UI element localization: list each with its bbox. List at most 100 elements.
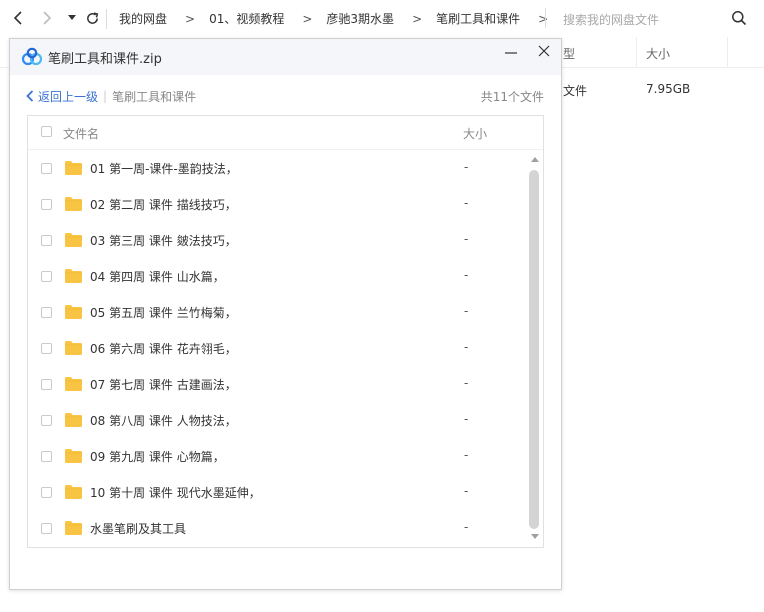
folder-icon <box>65 305 82 319</box>
scrollbar-thumb[interactable] <box>529 170 539 529</box>
file-size: - <box>464 160 469 174</box>
back-to-parent-label: 返回上一级 <box>38 89 99 104</box>
folder-icon <box>65 161 82 175</box>
minimize-icon[interactable] <box>501 43 521 63</box>
file-name: 04 第四周 课件 山水篇， <box>90 270 225 284</box>
archive-file-list: 文件名 大小 01 第一周-课件-墨韵技法， -02 第二周 课件 描线技巧， -0… <box>27 115 544 548</box>
file-name: 08 第八周 课件 人物技法， <box>90 414 237 428</box>
row-checkbox[interactable] <box>41 307 52 318</box>
forward-button[interactable] <box>38 9 56 27</box>
folder-icon <box>65 449 82 463</box>
search-divider <box>545 8 546 28</box>
background-row-size: 7.95GB <box>646 82 691 96</box>
breadcrumb-item-brush-tools[interactable]: 笔刷工具和课件 <box>436 10 520 27</box>
folder-icon <box>65 413 82 427</box>
search-input[interactable]: 搜索我的网盘文件 <box>563 11 659 28</box>
breadcrumb: 我的网盘 > 01、视频教程 > 彦驰3期水墨 > 笔刷工具和课件 > <box>106 0 562 37</box>
file-row[interactable]: 09 第九周 课件 心物篇， - <box>28 438 525 474</box>
breadcrumb-item-video-tutorials[interactable]: 01、视频教程 <box>209 10 284 27</box>
column-filename[interactable]: 文件名 <box>63 125 99 142</box>
file-name: 03 第三周 课件 皴法技巧， <box>90 234 237 248</box>
top-navigation-bar: 我的网盘 > 01、视频教程 > 彦驰3期水墨 > 笔刷工具和课件 > 搜索我的… <box>0 0 764 37</box>
column-size[interactable]: 大小 <box>646 45 670 62</box>
folder-icon <box>65 197 82 211</box>
dialog-title: 笔刷工具和课件.zip <box>48 52 162 67</box>
column-divider <box>727 37 728 67</box>
chevron-right-icon <box>43 11 52 25</box>
file-name: 09 第九周 课件 心物篇， <box>90 450 225 464</box>
history-dropdown-button[interactable] <box>63 9 81 27</box>
file-size: - <box>464 268 469 282</box>
file-row[interactable]: 10 第十周 课件 现代水墨延伸， - <box>28 474 525 510</box>
file-row[interactable]: 08 第八周 课件 人物技法， - <box>28 402 525 438</box>
folder-icon <box>65 521 82 535</box>
file-row[interactable]: 05 第五周 课件 兰竹梅菊， - <box>28 294 525 330</box>
close-icon[interactable] <box>534 41 554 61</box>
back-to-parent-link[interactable]: 返回上一级 <box>26 88 98 105</box>
folder-icon <box>65 233 82 247</box>
folder-icon <box>65 341 82 355</box>
row-checkbox[interactable] <box>41 163 52 174</box>
refresh-button[interactable] <box>83 9 101 27</box>
file-name: 10 第十周 课件 现代水墨延伸， <box>90 486 261 500</box>
row-checkbox[interactable] <box>41 379 52 390</box>
file-name: 01 第一周-课件-墨韵技法， <box>90 162 238 176</box>
breadcrumb-separator[interactable]: > <box>538 12 548 26</box>
caret-down-icon <box>68 15 76 20</box>
breadcrumb-separator: > <box>412 11 423 26</box>
dialog-path-bar: 返回上一级 | 笔刷工具和课件 <box>26 87 196 105</box>
chevron-left-icon <box>26 90 34 102</box>
file-row[interactable]: 04 第四周 课件 山水篇， - <box>28 258 525 294</box>
refresh-icon <box>86 11 98 24</box>
file-count: 共11个文件 <box>480 90 544 104</box>
row-checkbox[interactable] <box>41 199 52 210</box>
file-size: - <box>464 376 469 390</box>
breadcrumb-item-ink-course[interactable]: 彦驰3期水墨 <box>326 10 394 27</box>
search-icon[interactable] <box>731 10 747 26</box>
background-row-type: 文件 <box>563 84 588 98</box>
row-checkbox[interactable] <box>41 271 52 282</box>
file-size: - <box>464 304 469 318</box>
row-checkbox[interactable] <box>41 343 52 354</box>
folder-icon <box>65 377 82 391</box>
file-list-header: 文件名 大小 <box>28 116 543 150</box>
breadcrumb-item-my-disk[interactable]: 我的网盘 <box>119 10 167 27</box>
select-all-checkbox[interactable] <box>41 126 52 137</box>
file-size: - <box>464 412 469 426</box>
path-divider: | <box>103 89 108 103</box>
column-size[interactable]: 大小 <box>463 125 487 142</box>
file-row[interactable]: 水墨笔刷及其工具 - <box>28 510 525 546</box>
baidu-netdisk-logo <box>21 47 43 66</box>
file-row[interactable]: 01 第一周-课件-墨韵技法， - <box>28 150 525 186</box>
dialog-titlebar[interactable]: 笔刷工具和课件.zip <box>10 39 561 75</box>
row-checkbox[interactable] <box>41 415 52 426</box>
row-checkbox[interactable] <box>41 523 52 534</box>
file-row[interactable]: 02 第二周 课件 描线技巧， - <box>28 186 525 222</box>
file-row[interactable]: 06 第六周 课件 花卉翎毛， - <box>28 330 525 366</box>
scroll-down-arrow[interactable] <box>531 534 539 539</box>
file-size: - <box>464 196 469 210</box>
archive-preview-dialog: 笔刷工具和课件.zip 返回上一级 | 笔刷工具和课件 共11个文件 文件名 大… <box>9 38 562 590</box>
file-size: - <box>464 484 469 498</box>
file-size: - <box>464 340 469 354</box>
column-type[interactable]: 型 <box>563 45 575 62</box>
current-folder-label: 笔刷工具和课件 <box>112 89 197 104</box>
file-size: - <box>464 448 469 462</box>
scroll-up-arrow[interactable] <box>531 157 539 162</box>
breadcrumb-separator: > <box>185 11 196 26</box>
file-row[interactable]: 03 第三周 课件 皴法技巧， - <box>28 222 525 258</box>
breadcrumb-divider <box>106 8 107 29</box>
file-row[interactable]: 07 第七周 课件 古建画法， - <box>28 366 525 402</box>
file-size: - <box>464 232 469 246</box>
file-rows: 01 第一周-课件-墨韵技法， -02 第二周 课件 描线技巧， -03 第三周 课… <box>28 150 525 546</box>
file-name: 07 第七周 课件 古建画法， <box>90 378 237 392</box>
breadcrumb-separator: > <box>302 11 313 26</box>
file-name: 05 第五周 课件 兰竹梅菊， <box>90 306 237 320</box>
file-size: - <box>464 520 469 534</box>
back-button[interactable] <box>9 9 27 27</box>
row-checkbox[interactable] <box>41 451 52 462</box>
folder-icon <box>65 485 82 499</box>
folder-icon <box>65 269 82 283</box>
row-checkbox[interactable] <box>41 235 52 246</box>
row-checkbox[interactable] <box>41 487 52 498</box>
